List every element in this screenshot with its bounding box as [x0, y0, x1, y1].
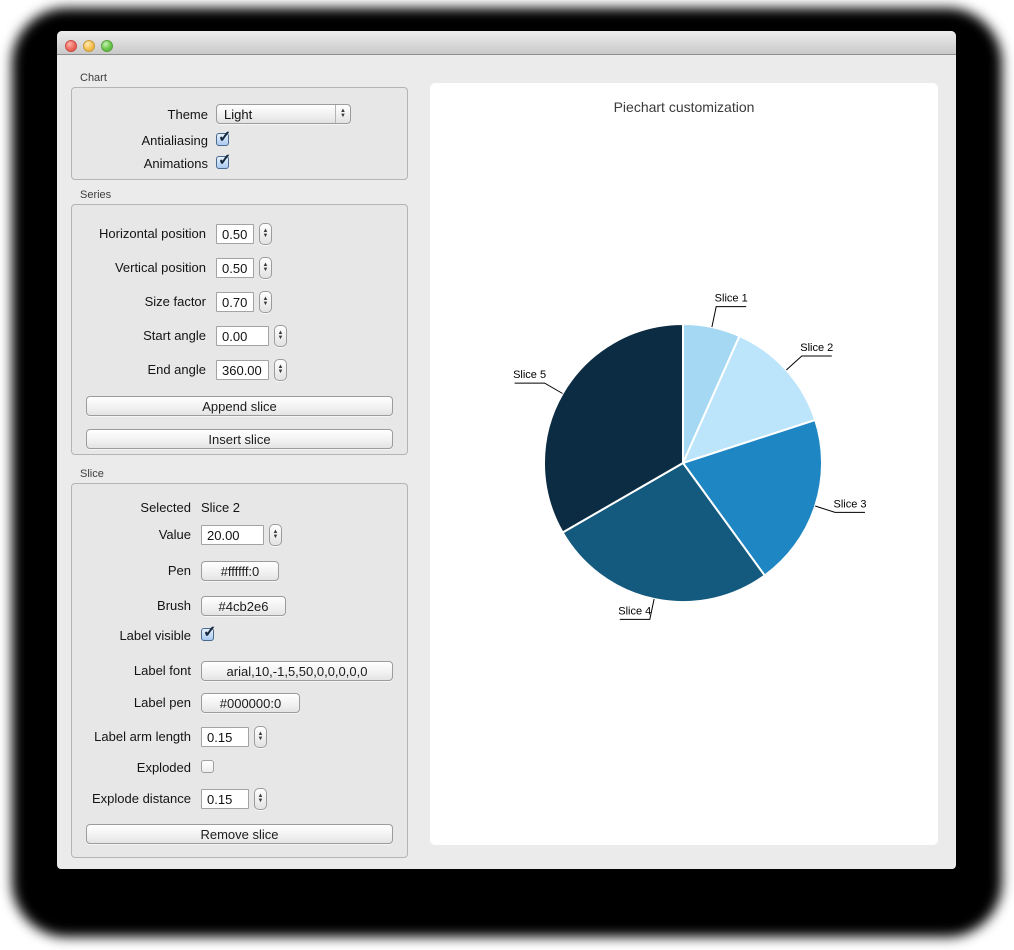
vertical-position-label: Vertical position [82, 260, 206, 275]
value-label: Value [79, 527, 191, 542]
start-angle-stepper[interactable]: ▲ ▼ [274, 325, 287, 347]
stepper-down-icon: ▼ [258, 799, 264, 804]
label-visible-label: Label visible [79, 628, 191, 643]
stepper-down-icon: ▼ [263, 302, 269, 307]
end-angle-input[interactable] [216, 360, 269, 380]
label-pen-button[interactable]: #000000:0 [201, 693, 300, 713]
start-angle-input[interactable] [216, 326, 269, 346]
animations-checkbox[interactable]: ✓ [216, 156, 229, 169]
explode-distance-input[interactable] [201, 789, 249, 809]
pie-slice-label: Slice 2 [800, 342, 833, 354]
brush-button[interactable]: #4cb2e6 [201, 596, 286, 616]
stepper-down-icon: ▼ [273, 535, 279, 540]
pie-chart: Slice 1 Slice 2 Slice 3 Slice 4 Slice 5 [430, 83, 938, 845]
slice-group-title: Slice [80, 468, 104, 480]
insert-slice-button[interactable]: Insert slice [86, 429, 393, 449]
chart-group-title: Chart [80, 72, 107, 84]
check-icon: ✓ [218, 127, 231, 147]
stepper-down-icon: ▼ [263, 234, 269, 239]
slice-groupbox: Slice Selected Slice 2 Value ▲ ▼ Pen #ff… [71, 483, 408, 858]
pie-label-arm [515, 383, 563, 393]
zoom-button[interactable] [101, 40, 113, 52]
size-factor-label: Size factor [82, 294, 206, 309]
arrow-down-icon: ▼ [340, 114, 346, 119]
horizontal-position-input[interactable] [216, 224, 254, 244]
minimize-button[interactable] [83, 40, 95, 52]
label-font-button[interactable]: arial,10,-1,5,50,0,0,0,0,0 [201, 661, 393, 681]
selected-slice-value: Slice 2 [201, 500, 240, 515]
pie-slice-label: Slice 1 [715, 293, 748, 305]
stepper-down-icon: ▼ [258, 737, 264, 742]
pie-label-arm [712, 307, 746, 327]
combobox-arrows-icon: ▲ ▼ [335, 105, 350, 123]
window-titlebar[interactable] [57, 31, 956, 55]
app-window: Chart Theme Light ▲ ▼ Antialiasing ✓ Ani… [57, 31, 956, 869]
theme-label: Theme [82, 107, 208, 122]
value-input[interactable] [201, 525, 264, 545]
vertical-position-input[interactable] [216, 258, 254, 278]
label-arm-length-stepper[interactable]: ▲ ▼ [254, 726, 267, 748]
horizontal-position-stepper[interactable]: ▲ ▼ [259, 223, 272, 245]
stepper-down-icon: ▼ [278, 370, 284, 375]
pen-button[interactable]: #ffffff:0 [201, 561, 279, 581]
stepper-down-icon: ▼ [278, 336, 284, 341]
check-icon: ✓ [218, 150, 231, 170]
label-font-label: Label font [79, 663, 191, 678]
label-visible-checkbox[interactable]: ✓ [201, 628, 214, 641]
antialiasing-label: Antialiasing [82, 133, 208, 148]
selected-label: Selected [79, 500, 191, 515]
chart-groupbox: Chart Theme Light ▲ ▼ Antialiasing ✓ Ani… [71, 87, 408, 180]
antialiasing-checkbox[interactable]: ✓ [216, 133, 229, 146]
series-group-title: Series [80, 189, 111, 201]
size-factor-input[interactable] [216, 292, 254, 312]
end-angle-label: End angle [82, 362, 206, 377]
label-pen-label: Label pen [79, 695, 191, 710]
label-arm-length-label: Label arm length [79, 729, 191, 744]
value-stepper[interactable]: ▲ ▼ [269, 524, 282, 546]
explode-distance-label: Explode distance [79, 791, 191, 806]
pen-label: Pen [79, 563, 191, 578]
stepper-down-icon: ▼ [263, 268, 269, 273]
vertical-position-stepper[interactable]: ▲ ▼ [259, 257, 272, 279]
size-factor-stepper[interactable]: ▲ ▼ [259, 291, 272, 313]
check-icon: ✓ [203, 622, 216, 642]
theme-selected-value: Light [217, 107, 335, 122]
remove-slice-button[interactable]: Remove slice [86, 824, 393, 844]
exploded-checkbox[interactable]: ✓ [201, 760, 214, 773]
animations-label: Animations [82, 156, 208, 171]
label-arm-length-input[interactable] [201, 727, 249, 747]
theme-select[interactable]: Light ▲ ▼ [216, 104, 351, 124]
start-angle-label: Start angle [82, 328, 206, 343]
pie-slice-label: Slice 3 [833, 498, 866, 510]
explode-distance-stepper[interactable]: ▲ ▼ [254, 788, 267, 810]
pie-label-arm [786, 356, 832, 370]
append-slice-button[interactable]: Append slice [86, 396, 393, 416]
end-angle-stepper[interactable]: ▲ ▼ [274, 359, 287, 381]
horizontal-position-label: Horizontal position [82, 226, 206, 241]
pie-slice-label: Slice 5 [513, 369, 546, 381]
brush-label: Brush [79, 598, 191, 613]
close-button[interactable] [65, 40, 77, 52]
series-groupbox: Series Horizontal position ▲ ▼ Vertical … [71, 204, 408, 455]
pie-slice-label: Slice 4 [618, 605, 651, 617]
exploded-label: Exploded [79, 760, 191, 775]
chart-panel: Piechart customization Slice 1Slice 2Sli… [430, 83, 938, 845]
screenshot-stage: Chart Theme Light ▲ ▼ Antialiasing ✓ Ani… [0, 0, 1014, 950]
